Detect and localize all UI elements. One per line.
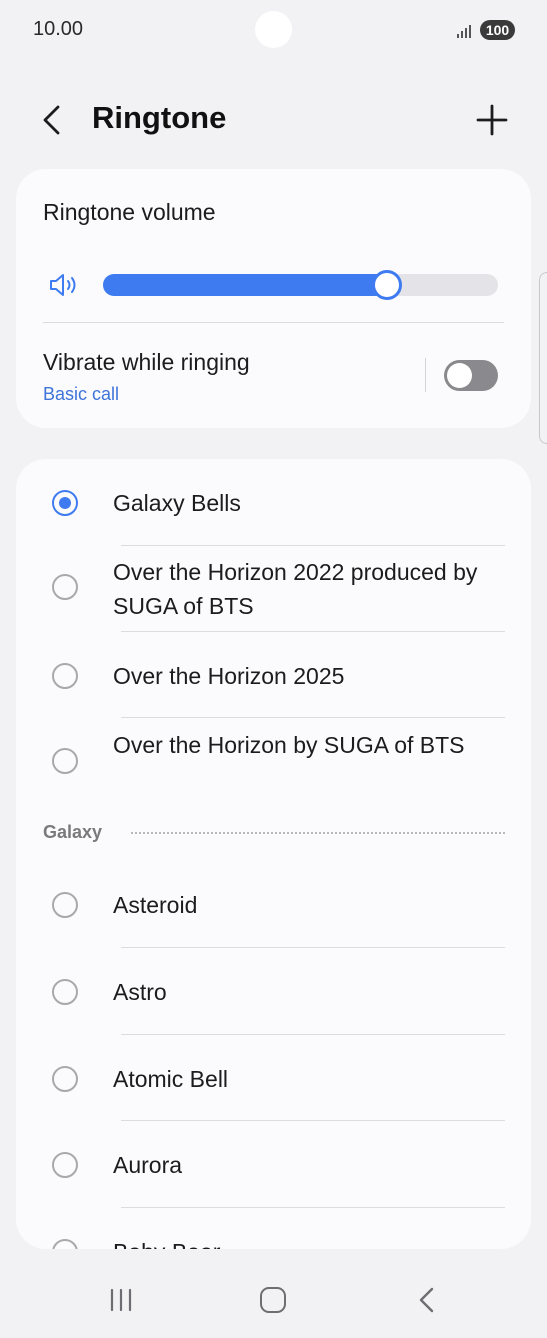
back-icon (43, 105, 60, 135)
battery-level: 100 (485, 22, 510, 38)
add-ringtone-button[interactable] (472, 100, 512, 140)
radio-button[interactable] (52, 1239, 78, 1249)
battery-icon: 100 (480, 20, 515, 40)
section-divider (131, 832, 505, 834)
divider (121, 1034, 505, 1035)
ringtone-list: Galaxy Bells Over the Horizon 2022 produ… (16, 459, 531, 1249)
front-camera (255, 11, 292, 48)
radio-button[interactable] (52, 1066, 78, 1092)
ringtone-item[interactable]: Over the Horizon 2022 produced by SUGA o… (16, 555, 531, 623)
ringtone-item[interactable]: Baby Bear (16, 1235, 531, 1249)
ringtone-item[interactable]: Astro (16, 975, 531, 1011)
slider-fill (103, 274, 388, 296)
radio-button[interactable] (52, 490, 78, 516)
divider (121, 947, 505, 948)
divider (121, 545, 505, 546)
toggle-knob (447, 363, 472, 388)
ringtone-item[interactable]: Aurora (16, 1148, 531, 1184)
volume-card: Ringtone volume Vibrate while ringing Ba… (16, 169, 531, 428)
ringtone-item[interactable]: Over the Horizon by SUGA of BTS (16, 728, 531, 796)
ringtone-label: Asteroid (113, 892, 198, 918)
phone-screen: 10.00 100 Ringtone Ringtone volume Vibra… (0, 0, 547, 1338)
ringtone-label: Over the Horizon 2022 produced by SUGA o… (113, 559, 478, 619)
divider (121, 717, 505, 718)
recents-icon (110, 1288, 132, 1312)
recents-button[interactable] (108, 1288, 134, 1312)
status-time: 10.00 (33, 18, 84, 40)
radio-button[interactable] (52, 663, 78, 689)
ringtone-item[interactable]: Over the Horizon 2025 (16, 659, 531, 695)
divider (121, 631, 505, 632)
nav-back-button[interactable] (416, 1286, 438, 1314)
vibrate-while-ringing-label[interactable]: Vibrate while ringing (43, 349, 250, 376)
ringtone-volume-label: Ringtone volume (43, 199, 216, 225)
home-icon[interactable] (260, 1287, 286, 1313)
radio-button[interactable] (52, 892, 78, 918)
ringtone-label: Astro (113, 979, 167, 1005)
ringtone-volume-slider[interactable] (103, 270, 498, 300)
ringtone-label: Galaxy Bells (113, 490, 241, 516)
ringtone-item[interactable]: Asteroid (16, 888, 531, 924)
divider (121, 1120, 505, 1121)
radio-button[interactable] (52, 574, 78, 600)
add-icon (476, 104, 508, 136)
divider (121, 1207, 505, 1208)
vibrate-toggle[interactable] (444, 360, 498, 391)
nav-back-icon (419, 1287, 434, 1313)
vibrate-pattern-link[interactable]: Basic call (43, 384, 119, 405)
ringtone-item[interactable]: Galaxy Bells (16, 485, 531, 521)
radio-button[interactable] (52, 1152, 78, 1178)
signal-icon (457, 22, 475, 38)
ringtone-label: Baby Bear (113, 1235, 508, 1249)
ringtone-label: Aurora (113, 1152, 183, 1178)
section-header-galaxy: Galaxy (43, 822, 103, 842)
ringtone-label: Atomic Bell (113, 1066, 229, 1092)
back-button[interactable] (36, 100, 72, 140)
speaker-icon[interactable] (48, 271, 82, 299)
ringtone-label: Over the Horizon by SUGA of BTS (113, 732, 465, 758)
radio-button[interactable] (52, 748, 78, 774)
vertical-divider (425, 358, 426, 392)
radio-button[interactable] (52, 979, 78, 1005)
ringtone-item[interactable]: Atomic Bell (16, 1062, 531, 1098)
divider (43, 322, 504, 323)
ringtone-label: Over the Horizon 2025 (113, 663, 345, 689)
page-title: Ringtone (92, 100, 227, 135)
edge-panel-handle[interactable] (539, 272, 547, 444)
